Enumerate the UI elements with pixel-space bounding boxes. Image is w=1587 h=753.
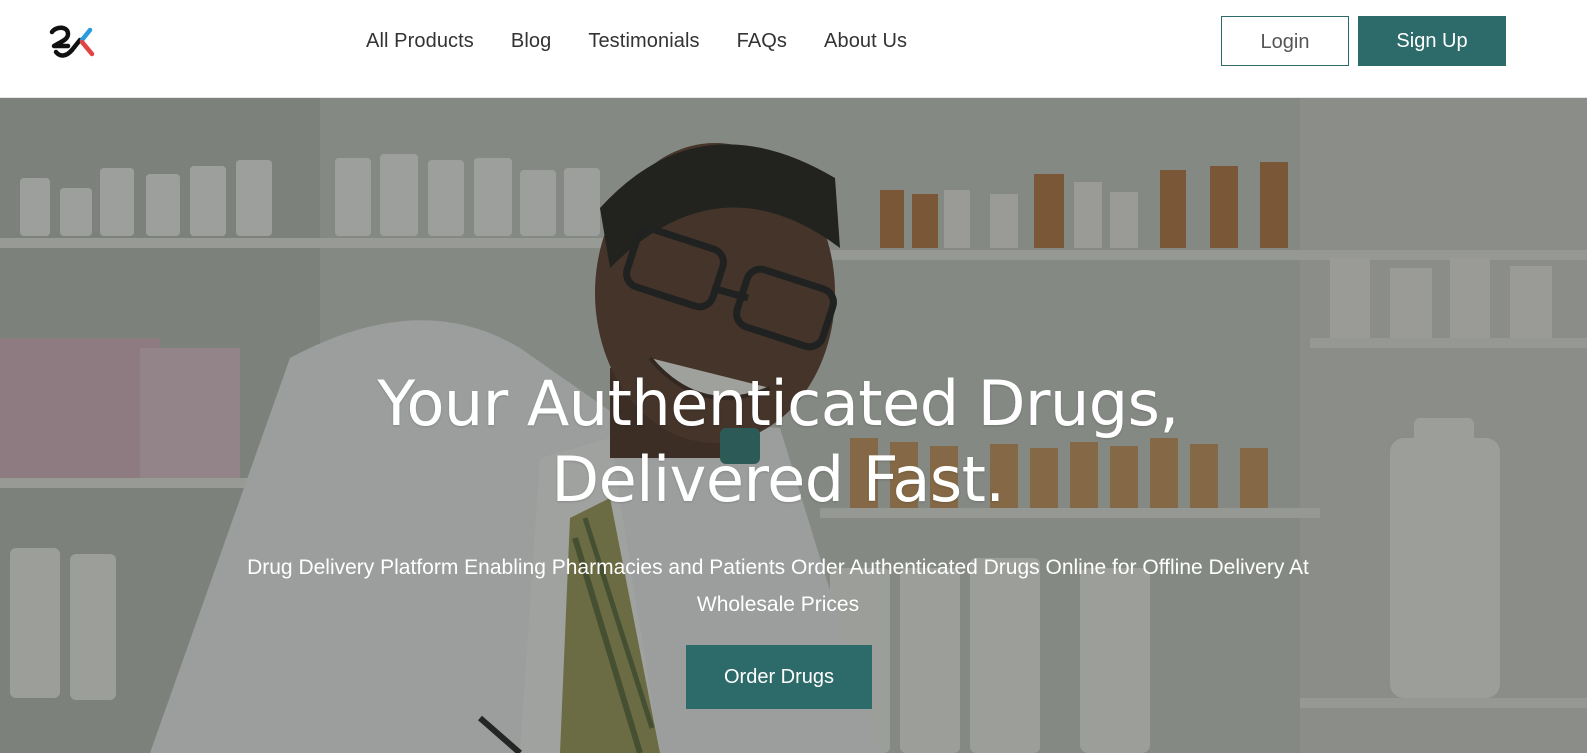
hero-section: Your Authenticated Drugs, Delivered Fast… (0, 98, 1587, 753)
hero-title-line-2: Delivered Fast. (551, 443, 1005, 516)
top-navbar: All Products Blog Testimonials FAQs Abou… (0, 0, 1587, 98)
nav-link-faqs[interactable]: FAQs (737, 30, 787, 53)
rx-logo-icon[interactable] (46, 24, 98, 60)
nav-link-blog[interactable]: Blog (511, 30, 551, 53)
nav-link-all-products[interactable]: All Products (366, 30, 474, 53)
hero-title: Your Authenticated Drugs, Delivered Fast… (243, 366, 1313, 518)
hero-title-line-1: Your Authenticated Drugs, (377, 367, 1179, 440)
order-drugs-button[interactable]: Order Drugs (686, 645, 872, 709)
hero-content: Your Authenticated Drugs, Delivered Fast… (0, 98, 1587, 753)
main-nav: All Products Blog Testimonials FAQs Abou… (366, 28, 907, 54)
sign-up-button[interactable]: Sign Up (1358, 16, 1506, 66)
nav-link-testimonials[interactable]: Testimonials (588, 30, 699, 53)
hero-subtitle: Drug Delivery Platform Enabling Pharmaci… (247, 556, 1309, 616)
nav-link-about-us[interactable]: About Us (824, 30, 907, 53)
login-button[interactable]: Login (1221, 16, 1349, 66)
